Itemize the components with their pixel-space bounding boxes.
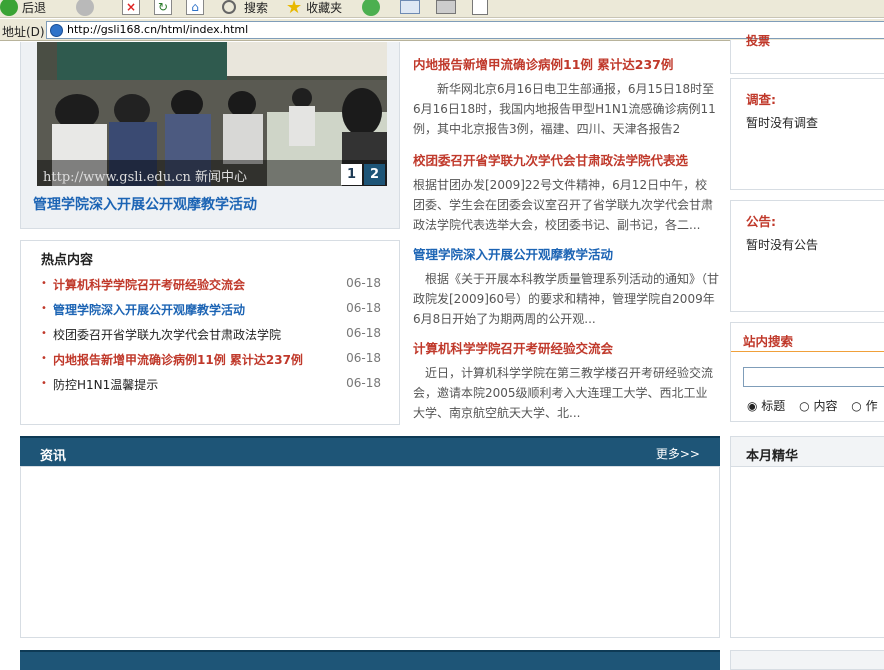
notice-box: 公告: 暂时没有公告 xyxy=(730,200,884,312)
print-button[interactable] xyxy=(436,0,456,17)
slideshow: http://www.gsli.edu.cn 新闻中心 1 2 管理学院深入开展… xyxy=(20,42,400,229)
mail-icon xyxy=(400,0,420,14)
browser-toolbar: 后退 × ↻ ⌂ 搜索 ★ 收藏夹 xyxy=(0,0,884,18)
hot-list-item[interactable]: • 管理学院深入开展公开观摩教学活动 06-18 xyxy=(41,299,381,319)
info-section-title: 资讯 xyxy=(40,449,67,464)
radio-content[interactable]: ○ 内容 xyxy=(799,399,837,413)
search-icon xyxy=(222,0,236,14)
news-summary: 根据《关于开展本科教学质量管理系列活动的通知》（甘政院发[2009]60号）的要… xyxy=(413,272,720,326)
hot-item-link[interactable]: 计算机科学学院召开考研经验交流会 xyxy=(53,276,245,293)
news-title-link[interactable]: 计算机科学学院召开考研经验交流会 xyxy=(413,338,719,357)
news-title-link[interactable]: 校团委召开省学联九次学代会甘肃政法学院代表选 xyxy=(413,150,719,169)
hot-list-item[interactable]: • 计算机科学学院召开考研经验交流会 06-18 xyxy=(41,274,381,294)
bullet-icon: • xyxy=(41,278,47,289)
news-item: 校团委召开省学联九次学代会甘肃政法学院代表选 根据甘团办发[2009]22号文件… xyxy=(413,150,719,235)
vote-label: 投票 xyxy=(746,34,771,48)
stop-icon: × xyxy=(122,0,140,15)
vote-box: 投票 xyxy=(730,34,884,74)
news-summary: 根据甘团办发[2009]22号文件精神，6月12日中午，校团委、学生会在团委会议… xyxy=(413,178,714,232)
survey-text: 暂时没有调查 xyxy=(746,116,819,130)
hot-item-date: 06-18 xyxy=(346,376,381,390)
back-button[interactable]: 后退 xyxy=(0,0,46,17)
edit-button[interactable] xyxy=(472,0,488,17)
back-arrow-icon xyxy=(0,0,18,16)
hot-content-panel: 热点内容 • 计算机科学学院召开考研经验交流会 06-18 • 管理学院深入开展… xyxy=(20,240,400,425)
refresh-icon: ↻ xyxy=(154,0,172,15)
hot-item-date: 06-18 xyxy=(346,326,381,340)
forward-arrow-icon xyxy=(76,0,94,16)
slideshow-photo[interactable]: http://www.gsli.edu.cn 新闻中心 1 2 xyxy=(37,42,387,186)
notice-title: 公告: xyxy=(746,214,776,229)
next-section-header xyxy=(20,650,720,670)
forward-button[interactable] xyxy=(76,0,94,17)
refresh-button[interactable]: ↻ xyxy=(154,0,172,17)
more-link[interactable]: 更多>> xyxy=(656,445,700,462)
notice-text: 暂时没有公告 xyxy=(746,238,819,252)
bullet-icon: • xyxy=(41,353,47,364)
media-button[interactable] xyxy=(362,0,380,17)
home-icon: ⌂ xyxy=(186,0,204,15)
survey-title: 调查: xyxy=(746,92,776,107)
hot-item-date: 06-18 xyxy=(346,276,381,290)
printer-icon xyxy=(436,0,456,14)
search-scope-options: ◉ 标题 ○ 内容 ○ 作 xyxy=(747,397,878,414)
bullet-icon: • xyxy=(41,378,47,389)
hot-item-link[interactable]: 管理学院深入开展公开观摩教学活动 xyxy=(53,301,245,318)
news-summary: 近日，计算机科学学院在第三教学楼召开考研经验交流会，邀请本院2005级顺利考入大… xyxy=(413,366,714,420)
slideshow-watermark: http://www.gsli.edu.cn 新闻中心 xyxy=(43,170,248,185)
favorites-button[interactable]: ★ 收藏夹 xyxy=(286,0,342,18)
search-button[interactable]: 搜索 xyxy=(222,0,268,17)
monthly-highlights-title: 本月精华 xyxy=(746,449,799,464)
stop-button[interactable]: × xyxy=(122,0,140,17)
slideshow-caption-link[interactable]: 管理学院深入开展公开观摩教学活动 xyxy=(33,194,257,214)
news-summary: 新华网北京6月16日电卫生部通报，6月15日18时至6月16日18时，我国内地报… xyxy=(413,82,716,136)
address-url: http://gsli168.cn/html/index.html xyxy=(67,23,249,36)
mail-button[interactable] xyxy=(400,0,420,17)
news-title-link[interactable]: 内地报告新增甲流确诊病例11例 累计达237例 xyxy=(413,54,719,73)
monthly-highlights-box: 本月精华 xyxy=(730,436,884,638)
right-bottom-box xyxy=(730,650,884,670)
news-item: 管理学院深入开展公开观摩教学活动 根据《关于开展本科教学质量管理系列活动的通知》… xyxy=(413,244,719,329)
survey-box: 调查: 暂时没有调查 xyxy=(730,78,884,190)
hot-list-item[interactable]: • 校团委召开省学联九次学代会甘肃政法学院 06-18 xyxy=(41,324,381,344)
site-search-box: 站内搜索 ◉ 标题 ○ 内容 ○ 作 xyxy=(730,322,884,422)
address-label: 地址(D) xyxy=(2,25,45,39)
news-title-link[interactable]: 管理学院深入开展公开观摩教学活动 xyxy=(413,244,719,263)
hot-item-link[interactable]: 校团委召开省学联九次学代会甘肃政法学院 xyxy=(53,326,281,343)
classroom-photo-icon xyxy=(37,42,387,186)
site-search-title: 站内搜索 xyxy=(743,334,794,349)
slideshow-page-2[interactable]: 2 xyxy=(364,164,385,185)
hot-list-item[interactable]: • 内地报告新增甲流确诊病例11例 累计达237例 06-18 xyxy=(41,349,381,369)
hot-item-date: 06-18 xyxy=(346,351,381,365)
hot-list-item[interactable]: • 防控H1N1温馨提示 06-18 xyxy=(41,374,381,394)
home-button[interactable]: ⌂ xyxy=(186,0,204,17)
site-search-input[interactable] xyxy=(743,367,884,387)
bullet-icon: • xyxy=(41,328,47,339)
info-section-header: 资讯 更多>> xyxy=(20,436,720,466)
news-item: 内地报告新增甲流确诊病例11例 累计达237例 新华网北京6月16日电卫生部通报… xyxy=(413,54,719,139)
radio-author[interactable]: ○ 作 xyxy=(851,399,877,413)
ie-page-icon xyxy=(50,24,63,37)
bullet-icon: • xyxy=(41,303,47,314)
media-icon xyxy=(362,0,380,16)
hot-item-date: 06-18 xyxy=(346,301,381,315)
info-section-body xyxy=(20,466,720,638)
radio-title[interactable]: ◉ 标题 xyxy=(747,399,785,413)
edit-icon xyxy=(472,0,488,15)
news-item: 计算机科学学院召开考研经验交流会 近日，计算机科学学院在第三教学楼召开考研经验交… xyxy=(413,338,719,423)
web-page: http://www.gsli.edu.cn 新闻中心 1 2 管理学院深入开展… xyxy=(0,34,884,670)
hot-content-title: 热点内容 xyxy=(41,253,94,268)
hot-item-link[interactable]: 防控H1N1温馨提示 xyxy=(53,376,158,393)
hot-item-link[interactable]: 内地报告新增甲流确诊病例11例 累计达237例 xyxy=(53,351,303,368)
star-icon: ★ xyxy=(286,0,303,18)
slideshow-page-1[interactable]: 1 xyxy=(341,164,362,185)
